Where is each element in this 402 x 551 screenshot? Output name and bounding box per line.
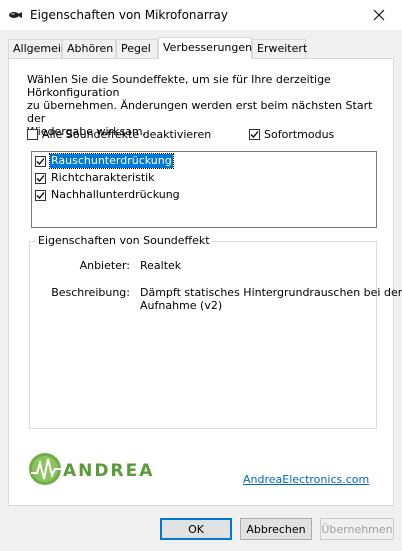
tab-allgemein[interactable]: Allgemein	[8, 39, 68, 58]
close-button[interactable]	[356, 0, 402, 30]
description-line: Dämpft statisches Hintergrundrauschen be…	[140, 286, 402, 299]
window-title: Eigenschaften von Mikrofonarray	[30, 8, 228, 22]
checkbox-box[interactable]	[27, 129, 38, 140]
list-item-rauschunterdrueckung[interactable]: Rauschunterdrückung	[35, 153, 174, 169]
close-icon	[373, 9, 385, 21]
checkbox-box[interactable]	[35, 189, 46, 201]
provider-label: Anbieter:	[79, 259, 130, 272]
andrea-logo-icon: ANDREA	[29, 453, 154, 485]
description-label: Beschreibung:	[51, 286, 130, 299]
vendor-website-link[interactable]: AndreaElectronics.com	[243, 473, 369, 486]
logo-text: ANDREA	[63, 461, 154, 481]
checkbox-box[interactable]	[249, 129, 260, 140]
apply-button[interactable]: Übernehmen	[320, 518, 394, 540]
checkmark-icon	[250, 131, 259, 138]
microphone-icon	[9, 12, 22, 18]
list-item-label: Nachhallunterdrückung	[51, 188, 180, 201]
tab-panel-verbesserungen: Wählen Sie die Soundeffekte, um sie für …	[8, 58, 402, 506]
intro-line: Wählen Sie die Soundeffekte, um sie für …	[27, 73, 331, 99]
cancel-button[interactable]: Abbrechen	[240, 518, 312, 540]
tab-abhoeren[interactable]: Abhören	[62, 39, 116, 58]
title-bar: Eigenschaften von Mikrofonarray	[0, 0, 402, 30]
effect-properties-group: Eigenschaften von Soundeffekt Anbieter: …	[29, 234, 402, 429]
tab-verbesserungen[interactable]: Verbesserungen	[158, 37, 252, 59]
list-item-richtcharakteristik[interactable]: Richtcharakteristik	[35, 170, 156, 186]
list-item-nachhallunterdrueckung[interactable]: Nachhallunterdrückung	[35, 187, 181, 203]
checkmark-icon	[36, 157, 45, 165]
checkbox-box[interactable]	[35, 172, 46, 184]
list-item-label: Richtcharakteristik	[51, 171, 155, 184]
dialog-window: Eigenschaften von Mikrofonarray Allgemei…	[0, 0, 402, 551]
intro-line: zu übernehmen. Änderungen werden erst be…	[27, 99, 373, 125]
effects-list[interactable]: Rauschunterdrückung Richtcharakteristik …	[31, 151, 377, 228]
description-value: Dämpft statisches Hintergrundrauschen be…	[140, 286, 402, 312]
checkmark-icon	[36, 191, 45, 199]
andrea-logo: ANDREA	[27, 451, 177, 487]
tab-pegel[interactable]: Pegel	[116, 39, 158, 58]
description-line: Aufnahme (v2)	[140, 299, 223, 312]
list-item-label: Rauschunterdrückung	[49, 153, 174, 169]
checkbox-label: Alle Soundeffekte deaktivieren	[42, 128, 212, 141]
checkbox-box[interactable]	[35, 155, 46, 167]
immediate-mode-checkbox[interactable]: Sofortmodus	[249, 128, 334, 141]
checkmark-icon	[36, 174, 45, 182]
disable-all-effects-checkbox[interactable]: Alle Soundeffekte deaktivieren	[27, 128, 211, 141]
checkbox-label: Sofortmodus	[264, 128, 335, 141]
tab-erweitert[interactable]: Erweitert	[252, 39, 307, 58]
provider-value: Realtek	[140, 259, 182, 272]
group-title: Eigenschaften von Soundeffekt	[36, 234, 212, 247]
ok-button[interactable]: OK	[160, 518, 232, 540]
